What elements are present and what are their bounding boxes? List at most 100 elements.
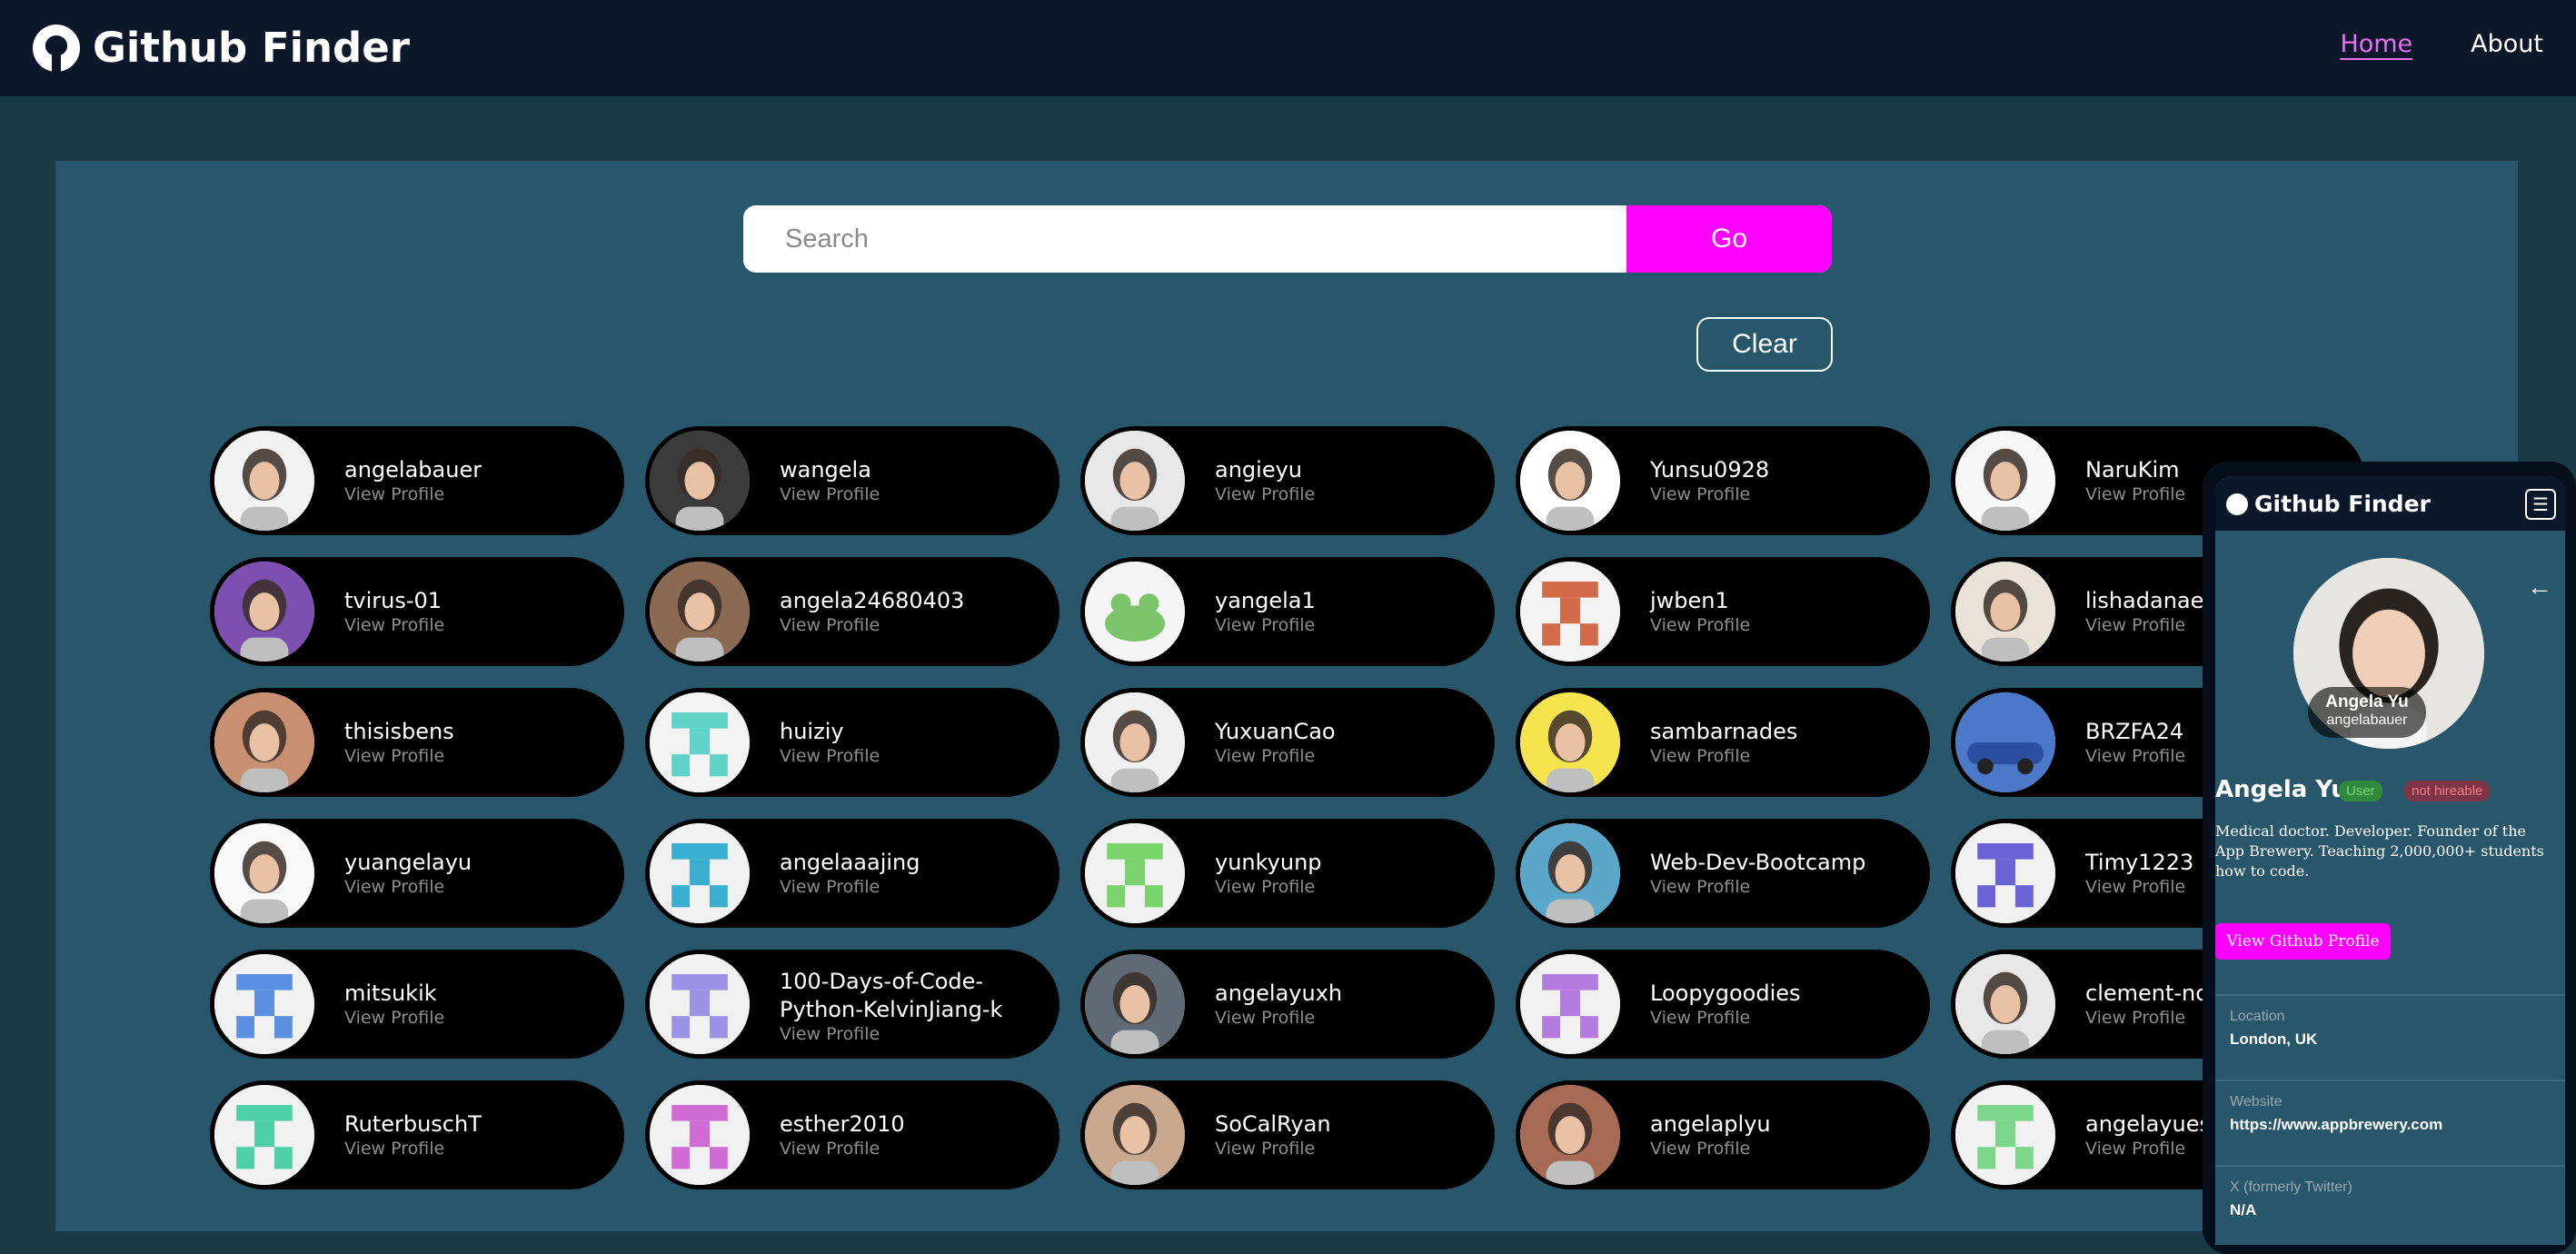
view-profile-link[interactable]: View Profile bbox=[1215, 1139, 1315, 1159]
user-grid: angelabauer View Profile wangela View Profi… bbox=[210, 426, 2365, 1189]
github-logo-icon bbox=[2226, 493, 2248, 515]
mobile-preview: Github Finder ☰ ← Angela Yu angelabauer … bbox=[2203, 462, 2576, 1254]
user-card[interactable]: wangela View Profile bbox=[645, 426, 1059, 535]
user-card[interactable]: esther2010 View Profile bbox=[645, 1080, 1059, 1189]
twitter-row: X (formerly Twitter) N/A bbox=[2215, 1165, 2565, 1245]
view-profile-link[interactable]: View Profile bbox=[1215, 615, 1315, 635]
view-profile-link[interactable]: View Profile bbox=[2085, 484, 2185, 504]
search-input[interactable] bbox=[743, 205, 1626, 273]
view-profile-link[interactable]: View Profile bbox=[344, 1139, 444, 1159]
mobile-brand-title: Github Finder bbox=[2254, 491, 2431, 517]
view-profile-link[interactable]: View Profile bbox=[344, 1008, 444, 1028]
user-card[interactable]: thisisbens View Profile bbox=[210, 688, 624, 797]
user-avatar bbox=[1955, 823, 2055, 923]
user-card[interactable]: angela24680403 View Profile bbox=[645, 557, 1059, 666]
view-profile-link[interactable]: View Profile bbox=[1650, 877, 1750, 897]
view-profile-link[interactable]: View Profile bbox=[344, 746, 444, 766]
user-login: angelaplyu bbox=[1650, 1111, 1771, 1137]
user-login: angelayuxh bbox=[1215, 980, 1343, 1006]
brand[interactable]: Github Finder bbox=[33, 24, 410, 72]
user-avatar bbox=[1085, 823, 1185, 923]
user-login: thisisbens bbox=[344, 719, 454, 744]
go-button[interactable]: Go bbox=[1626, 205, 1832, 273]
view-profile-link[interactable]: View Profile bbox=[2085, 615, 2185, 635]
mobile-navbar: Github Finder ☰ bbox=[2215, 476, 2565, 531]
view-profile-link[interactable]: View Profile bbox=[780, 1024, 880, 1044]
user-card[interactable]: 100-Days-of-Code-Python-KelvinJiang-k Vie… bbox=[645, 950, 1059, 1059]
view-profile-link[interactable]: View Profile bbox=[344, 615, 444, 635]
view-profile-link[interactable]: View Profile bbox=[1215, 746, 1315, 766]
user-login: SoCalRyan bbox=[1215, 1111, 1331, 1137]
user-avatar bbox=[214, 1085, 314, 1185]
view-profile-link[interactable]: View Profile bbox=[1650, 1139, 1750, 1159]
user-card[interactable]: angieyu View Profile bbox=[1080, 426, 1495, 535]
mobile-screen: Github Finder ☰ ← Angela Yu angelabauer … bbox=[2215, 476, 2565, 1245]
user-card[interactable]: angelaaajing View Profile bbox=[645, 819, 1059, 928]
view-profile-link[interactable]: View Profile bbox=[2085, 1139, 2185, 1159]
view-github-profile-button[interactable]: View Github Profile bbox=[2215, 923, 2391, 960]
user-card[interactable]: angelabauer View Profile bbox=[210, 426, 624, 535]
clear-button[interactable]: Clear bbox=[1696, 317, 1833, 372]
view-profile-link[interactable]: View Profile bbox=[780, 1139, 880, 1159]
mobile-brand[interactable]: Github Finder bbox=[2226, 491, 2431, 517]
user-login: yangela1 bbox=[1215, 588, 1316, 613]
view-profile-link[interactable]: View Profile bbox=[2085, 877, 2185, 897]
user-avatar bbox=[1955, 954, 2055, 1054]
user-login: jwben1 bbox=[1650, 588, 1729, 613]
user-card[interactable]: yunkyunp View Profile bbox=[1080, 819, 1495, 928]
view-profile-link[interactable]: View Profile bbox=[1650, 1008, 1750, 1028]
view-profile-link[interactable]: View Profile bbox=[1650, 746, 1750, 766]
user-card[interactable]: yuangelayu View Profile bbox=[210, 819, 624, 928]
user-card[interactable]: SoCalRyan View Profile bbox=[1080, 1080, 1495, 1189]
view-profile-link[interactable]: View Profile bbox=[780, 746, 880, 766]
arrow-left-icon[interactable]: ← bbox=[2527, 572, 2552, 602]
location-value: London, UK bbox=[2230, 1030, 2318, 1048]
user-login: RuterbuschT bbox=[344, 1111, 482, 1137]
user-card[interactable]: mitsukik View Profile bbox=[210, 950, 624, 1059]
user-card[interactable]: YuxuanCao View Profile bbox=[1080, 688, 1495, 797]
user-card[interactable]: tvirus-01 View Profile bbox=[210, 557, 624, 666]
hamburger-icon[interactable]: ☰ bbox=[2525, 489, 2556, 520]
website-link[interactable]: https://www.appbrewery.com bbox=[2230, 1116, 2442, 1134]
user-avatar bbox=[1085, 562, 1185, 662]
avatar-caption: Angela Yu angelabauer bbox=[2308, 687, 2426, 738]
user-avatar bbox=[1520, 562, 1620, 662]
view-profile-link[interactable]: View Profile bbox=[780, 615, 880, 635]
view-profile-link[interactable]: View Profile bbox=[1650, 484, 1750, 504]
view-profile-link[interactable]: View Profile bbox=[1215, 1008, 1315, 1028]
view-profile-link[interactable]: View Profile bbox=[344, 484, 444, 504]
user-card[interactable]: sambarnades View Profile bbox=[1516, 688, 1930, 797]
user-avatar bbox=[214, 954, 314, 1054]
user-card[interactable]: yangela1 View Profile bbox=[1080, 557, 1495, 666]
user-card[interactable]: Loopygoodies View Profile bbox=[1516, 950, 1930, 1059]
view-profile-link[interactable]: View Profile bbox=[344, 877, 444, 897]
view-profile-link[interactable]: View Profile bbox=[1215, 484, 1315, 504]
nav-link-home[interactable]: Home bbox=[2340, 30, 2412, 58]
view-profile-link[interactable]: View Profile bbox=[780, 877, 880, 897]
user-avatar bbox=[1085, 954, 1185, 1054]
user-card[interactable]: RuterbuschT View Profile bbox=[210, 1080, 624, 1189]
user-card[interactable]: huiziy View Profile bbox=[645, 688, 1059, 797]
view-profile-link[interactable]: View Profile bbox=[2085, 1008, 2185, 1028]
user-avatar bbox=[1085, 1085, 1185, 1185]
user-avatar bbox=[1085, 431, 1185, 531]
user-avatar bbox=[1085, 692, 1185, 792]
user-card[interactable]: jwben1 View Profile bbox=[1516, 557, 1930, 666]
brand-title: Github Finder bbox=[93, 24, 410, 72]
view-profile-link[interactable]: View Profile bbox=[780, 484, 880, 504]
user-card[interactable]: Yunsu0928 View Profile bbox=[1516, 426, 1930, 535]
user-card[interactable]: Web-Dev-Bootcamp View Profile bbox=[1516, 819, 1930, 928]
user-login: wangela bbox=[780, 457, 871, 483]
view-profile-link[interactable]: View Profile bbox=[1215, 877, 1315, 897]
user-card[interactable]: angelayuxh View Profile bbox=[1080, 950, 1495, 1059]
user-avatar bbox=[650, 692, 750, 792]
user-avatar bbox=[214, 431, 314, 531]
profile-bio: Medical doctor. Developer. Founder of th… bbox=[2215, 822, 2544, 880]
view-profile-link[interactable]: View Profile bbox=[2085, 746, 2185, 766]
hireable-badge: not hireable bbox=[2404, 781, 2491, 801]
view-profile-link[interactable]: View Profile bbox=[1650, 615, 1750, 635]
user-login: sambarnades bbox=[1650, 719, 1798, 744]
nav-link-about[interactable]: About bbox=[2471, 30, 2543, 58]
user-avatar bbox=[650, 1085, 750, 1185]
user-card[interactable]: angelaplyu View Profile bbox=[1516, 1080, 1930, 1189]
